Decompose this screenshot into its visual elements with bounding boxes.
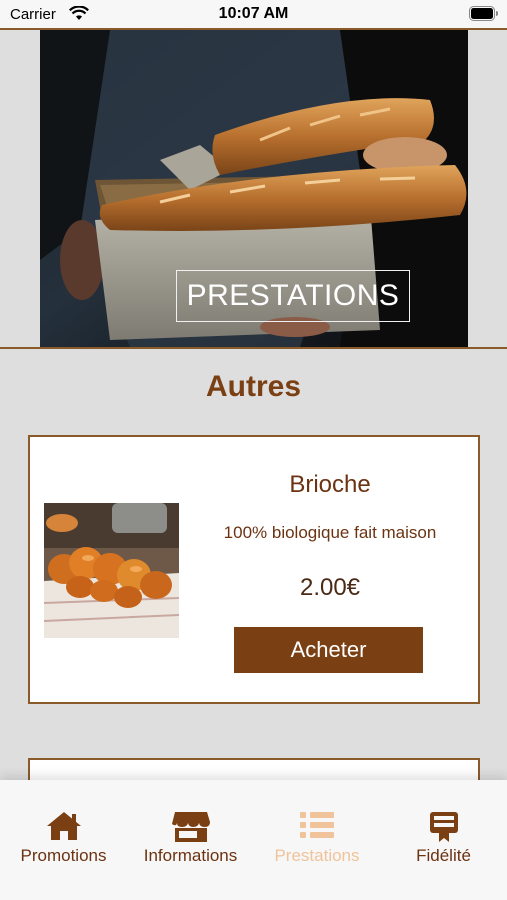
status-bar: Carrier 10:07 AM	[0, 0, 507, 30]
tab-fidelite[interactable]: Fidélité	[380, 780, 507, 880]
store-icon	[127, 810, 254, 844]
product-price: 2.00€	[299, 574, 361, 601]
list-icon	[254, 810, 380, 844]
tab-label: Informations	[143, 846, 238, 865]
hero-banner: PRESTATIONS	[40, 30, 468, 347]
tab-prestations[interactable]: Prestations	[254, 780, 380, 880]
divider	[0, 347, 507, 349]
loyalty-card-icon	[380, 810, 507, 844]
product-name: Brioche	[289, 471, 371, 498]
clock: 10:07 AM	[218, 5, 289, 22]
tab-promotions[interactable]: Promotions	[0, 780, 127, 880]
tab-label: Prestations	[274, 846, 360, 865]
product-description: 100% biologique fait maison	[223, 523, 437, 542]
tab-label: Fidélité	[416, 846, 471, 865]
hero-title: PRESTATIONS	[176, 270, 410, 322]
home-icon	[0, 810, 127, 844]
tab-informations[interactable]: Informations	[127, 780, 254, 880]
buy-button[interactable]: Acheter	[234, 627, 423, 673]
tab-label: Promotions	[20, 846, 107, 865]
section-title: Autres	[205, 370, 302, 403]
product-image	[43, 503, 180, 638]
battery-icon	[469, 6, 499, 21]
product-card[interactable]: Brioche 100% biologique fait maison 2.00…	[28, 435, 480, 704]
tab-bar: Promotions Informations Prestations Fidé…	[0, 780, 507, 900]
